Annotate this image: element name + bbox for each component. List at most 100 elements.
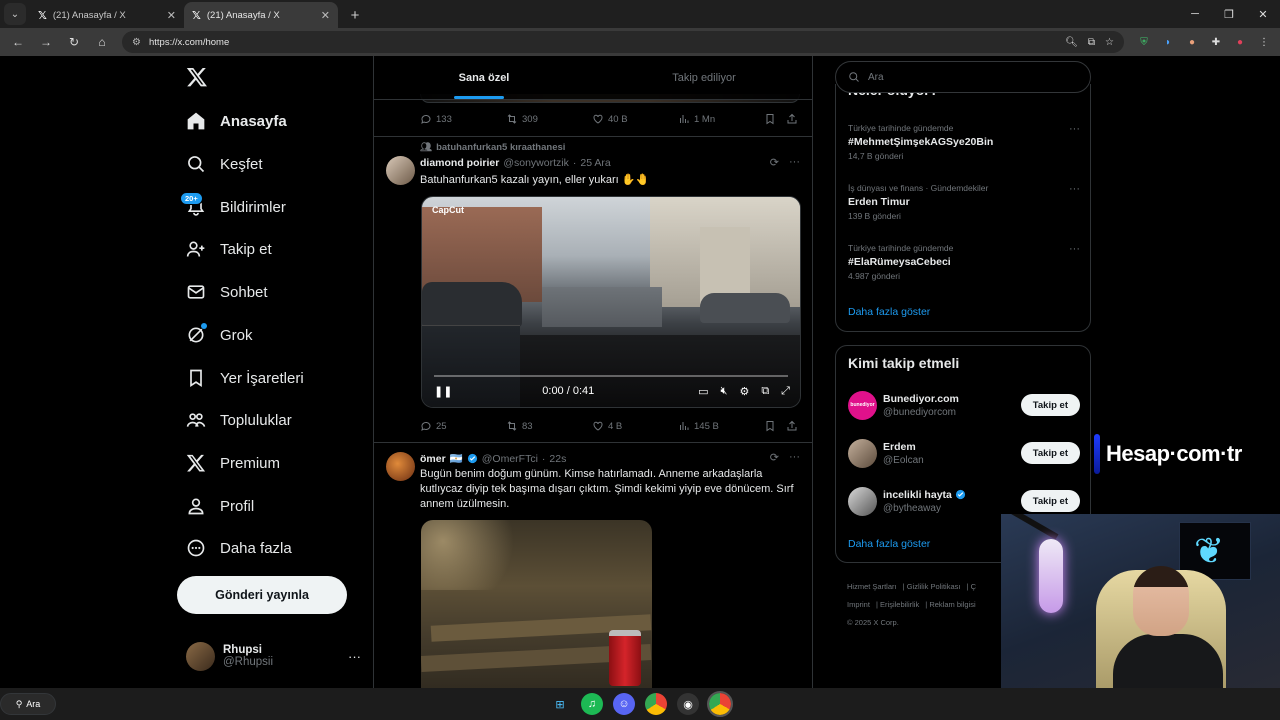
tweet-time[interactable]: 22s [549,453,566,465]
avatar[interactable] [386,156,415,185]
more-horizontal-icon[interactable]: ··· [789,156,800,169]
nav-item-messages[interactable]: Sohbet [186,277,268,307]
show-more-link[interactable]: Daha fazla göster [848,306,930,318]
site-info-icon[interactable]: ⚙ [132,37,141,48]
grok-action-icon[interactable]: ⟳ [770,156,779,169]
install-icon[interactable]: ⧉ [1088,37,1095,48]
nav-item-explore[interactable]: Keşfet [186,149,263,179]
reload-icon[interactable]: ↻ [62,31,86,53]
zoom-icon[interactable]: 🔍︎ [1065,37,1078,48]
verified-badge-icon[interactable] [467,453,478,464]
forward-icon[interactable]: → [34,31,58,53]
puzzle-extensions-icon[interactable]: ✚ [1206,32,1226,52]
repost-button[interactable]: 83 [506,420,592,432]
nav-item-notifications[interactable]: 20+ Bildirimler [180,192,286,222]
bookmark-button[interactable] [764,113,786,125]
windows-start-icon[interactable]: ⊞ [549,693,571,715]
minimize-icon[interactable]: ─ [1178,0,1212,28]
fullscreen-icon[interactable]: ⤢ [781,385,790,398]
repost-button[interactable]: 309 [506,113,592,125]
like-button[interactable]: 4 B [592,420,678,432]
author-handle[interactable]: @OmerFTci [482,453,538,465]
video-player[interactable]: CapCut ❚❚ 0:00 / 0:41 ▭ 🔇︎ ⚙ ⧉ ⤢ [421,196,801,408]
footer-link[interactable]: Hizmet Şartları [847,582,897,591]
home-button-icon[interactable]: ⌂ [90,31,114,53]
nav-item-bookmarks[interactable]: Yer İşaretleri [186,363,304,393]
show-more-link[interactable]: Daha fazla göster [848,538,930,550]
captions-icon[interactable]: ▭ [698,385,708,398]
follow-suggestion[interactable]: Erdem @Eolcan Takip et [848,437,1080,469]
post-button[interactable]: Gönderi yayınla [177,576,347,614]
obs-icon[interactable]: ◉ [677,693,699,715]
tab-for-you[interactable]: Sana özel [374,56,594,99]
views-button[interactable]: 1 Mn [678,113,764,125]
chrome-icon[interactable] [645,693,667,715]
new-tab-button[interactable]: + [344,4,366,26]
trend-item[interactable]: Türkiye tarihinde gündemde #ElaRümeysaCe… [848,243,1080,281]
nav-item-more[interactable]: Daha fazla [186,533,292,563]
search-input[interactable] [868,71,1068,83]
browser-tab-2[interactable]: 𝕏 (21) Anasayfa / X ✕ [184,2,338,28]
social-context[interactable]: 👥︎ batuhanfurkan5 kıraathanesi [420,142,565,153]
discord-icon[interactable]: ☺ [613,693,635,715]
nav-item-communities[interactable]: Topluluklar [186,405,292,435]
follow-button[interactable]: Takip et [1020,442,1080,464]
account-switcher[interactable]: Rhupsi @Rhupsii ··· [186,640,361,672]
audio-extension-icon[interactable]: ◗ [1158,32,1178,52]
trend-item[interactable]: İş dünyası ve finans · Gündemdekiler Erd… [848,183,1080,221]
bookmark-button[interactable] [764,420,786,432]
author-name[interactable]: ömer [420,453,446,465]
x-logo-icon[interactable] [186,66,208,88]
more-horizontal-icon[interactable]: ··· [1069,183,1080,195]
like-button[interactable]: 40 B [592,113,678,125]
browser-menu-icon[interactable]: ⋮ [1254,32,1274,52]
shield-extension-icon[interactable]: ⛨ [1134,32,1154,52]
share-button[interactable] [786,420,798,432]
follow-button[interactable]: Takip et [1020,394,1080,416]
footer-link[interactable]: Reklam bilgisi [929,600,975,609]
url-field[interactable]: ⚙ https://x.com/home 🔍︎ ⧉ ☆ [122,31,1124,53]
tab-following[interactable]: Takip ediliyor [594,56,812,99]
pause-icon[interactable]: ❚❚ [434,385,452,398]
follow-suggestion[interactable]: bunediyor Bunediyor.com @bunediyorcom Ta… [848,389,1080,421]
nav-item-profile[interactable]: Profil [186,491,254,521]
views-button[interactable]: 145 B [678,420,764,432]
browser-tab-1[interactable]: 𝕏 (21) Anasayfa / X ✕ [30,2,184,28]
footer-link[interactable]: Gizlilik Politikası [907,582,961,591]
avatar[interactable] [386,452,415,481]
author-name[interactable]: diamond poirier [420,157,499,169]
extension-icon[interactable]: ● [1182,32,1202,52]
tweet-time[interactable]: 25 Ara [580,157,610,169]
spotify-icon[interactable]: ♫ [581,693,603,715]
follow-button[interactable]: Takip et [1020,490,1080,512]
more-horizontal-icon[interactable]: ··· [1069,243,1080,255]
close-tab-icon[interactable]: ✕ [167,9,176,22]
footer-link[interactable]: Imprint [847,600,870,609]
pip-icon[interactable]: ⧉ [761,385,769,398]
nav-item-grok[interactable]: Grok [186,320,253,350]
nav-item-premium[interactable]: Premium [186,448,280,478]
tweet-photo[interactable] [421,520,652,688]
reply-button[interactable]: 133 [420,113,506,125]
taskbar-search[interactable]: ⚲ Ara [0,693,56,715]
close-window-icon[interactable]: ✕ [1246,0,1280,28]
profile-avatar-icon[interactable]: ● [1230,32,1250,52]
settings-icon[interactable]: ⚙ [739,385,749,398]
grok-action-icon[interactable]: ⟳ [770,451,779,464]
close-tab-icon[interactable]: ✕ [321,9,330,22]
footer-link[interactable]: Ç [971,582,976,591]
nav-item-home[interactable]: Anasayfa [186,106,287,136]
chrome-active-icon[interactable] [707,691,733,717]
reply-button[interactable]: 25 [420,420,506,432]
trend-item[interactable]: Türkiye tarihinde gündemde #MehmetŞimşek… [848,123,1080,161]
restore-icon[interactable]: ❐ [1212,0,1246,28]
more-horizontal-icon[interactable]: ··· [348,649,361,664]
more-horizontal-icon[interactable]: ··· [1069,123,1080,135]
nav-item-follow[interactable]: Takip et [186,234,272,264]
more-horizontal-icon[interactable]: ··· [789,451,800,464]
back-icon[interactable]: ← [6,31,30,53]
author-handle[interactable]: @sonywortzik [503,157,569,169]
follow-suggestion[interactable]: incelikli hayta @bytheaway Takip et [848,485,1080,517]
tab-search-button[interactable]: ⌄ [4,3,26,25]
star-icon[interactable]: ☆ [1105,37,1114,48]
